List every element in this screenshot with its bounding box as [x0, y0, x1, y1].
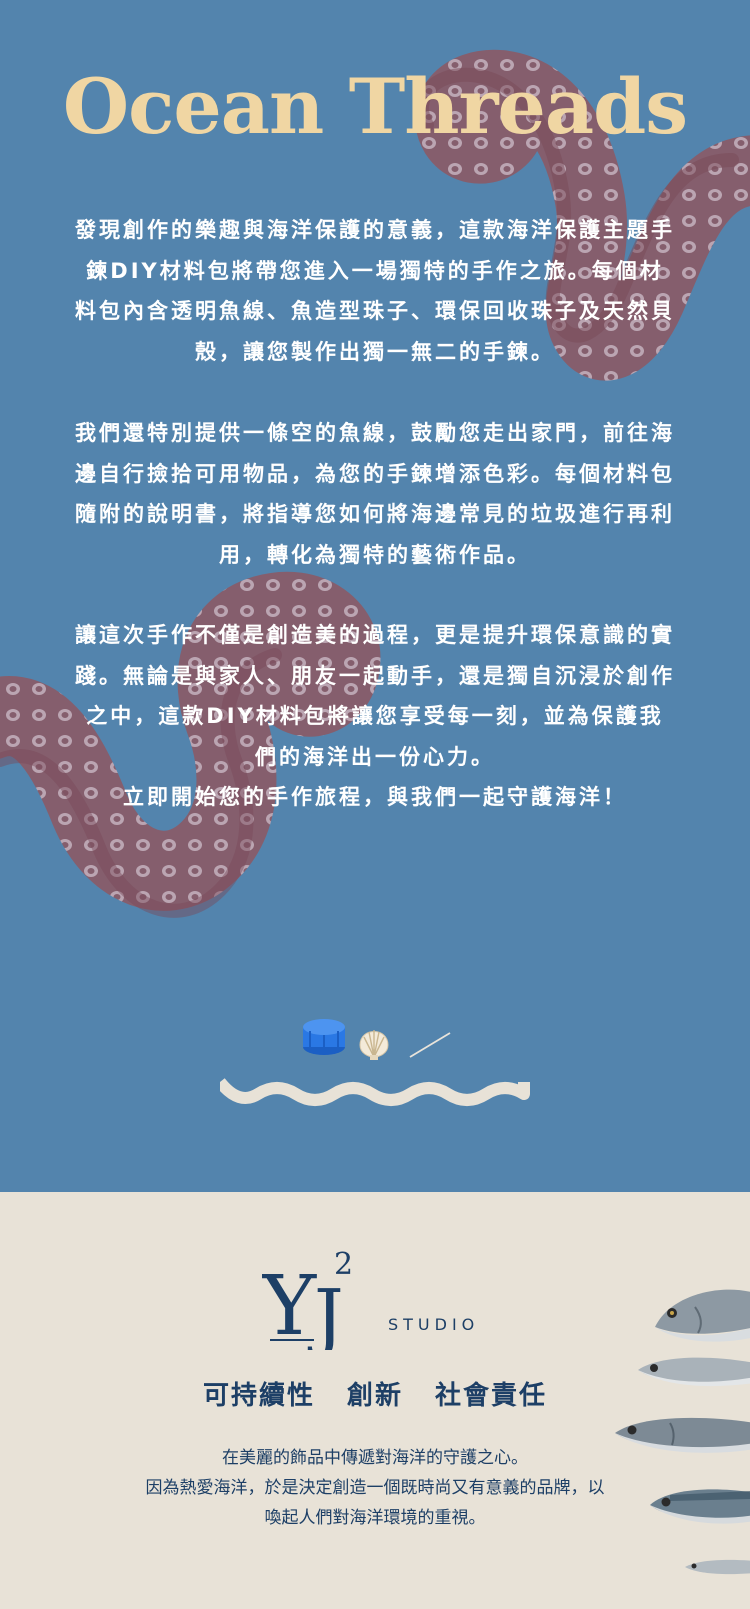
- value-innovation: 創新: [346, 1381, 403, 1411]
- mission-line-2: 因為熱愛海洋，於是決定創造一個既時尚又有意義的品牌，以喚起人們對海洋環境的重視。: [145, 1478, 605, 1528]
- brand-mission: 在美麗的飾品中傳遞對海洋的守護之心。 因為熱愛海洋，於是決定創造一個既時尚又有意…: [140, 1443, 610, 1533]
- value-social-responsibility: 社會責任: [435, 1381, 548, 1411]
- seashell-icon: [359, 1030, 389, 1060]
- logo-letter-y: Y: [262, 1259, 317, 1350]
- fish-icon: [655, 1289, 750, 1342]
- ocean-hero-section: Ocean Threads 發現創作的樂趣與海洋保護的意義，這款海洋保護主題手鍊…: [0, 0, 750, 1192]
- fish-icon: [638, 1357, 750, 1387]
- page-title: Ocean Threads: [62, 62, 688, 151]
- fishing-line-icon: [409, 1032, 451, 1058]
- fish-icon: [615, 1417, 750, 1453]
- logo-studio-text: STUDIO: [388, 1315, 480, 1334]
- wave-divider-icon: [220, 1078, 530, 1106]
- fish-icon: [650, 1489, 750, 1524]
- intro-paragraph-2: 我們還特別提供一條空的魚線，鼓勵您走出家門，前往海邊自行撿拾可用物品，為您的手鍊…: [75, 421, 675, 567]
- value-sustainability: 可持續性: [202, 1381, 315, 1411]
- studio-logo: Y 2 J: [262, 1247, 353, 1350]
- intro-closing: 立即開始您的手作旅程，與我們一起守護海洋！: [123, 785, 627, 809]
- bottle-cap-icon: [303, 1019, 345, 1055]
- octopus-tentacle-illustration: [0, 49, 750, 918]
- intro-paragraph-3-text: 讓這次手作不僅是創造美的過程，更是提升環保意識的實踐。無論是與家人、朋友一起動手…: [75, 623, 675, 769]
- intro-paragraph-1: 發現創作的樂趣與海洋保護的意義，這款海洋保護主題手鍊DIY材料包將帶您進入一場獨…: [75, 218, 675, 364]
- kit-items: [303, 1019, 451, 1060]
- intro-paragraph-3: 讓這次手作不僅是創造美的過程，更是提升環保意識的實踐。無論是與家人、朋友一起動手…: [75, 615, 675, 818]
- fish-illustration: [615, 1289, 750, 1575]
- fish-icon: [685, 1559, 750, 1575]
- mission-line-1: 在美麗的飾品中傳遞對海洋的守護之心。: [222, 1448, 528, 1468]
